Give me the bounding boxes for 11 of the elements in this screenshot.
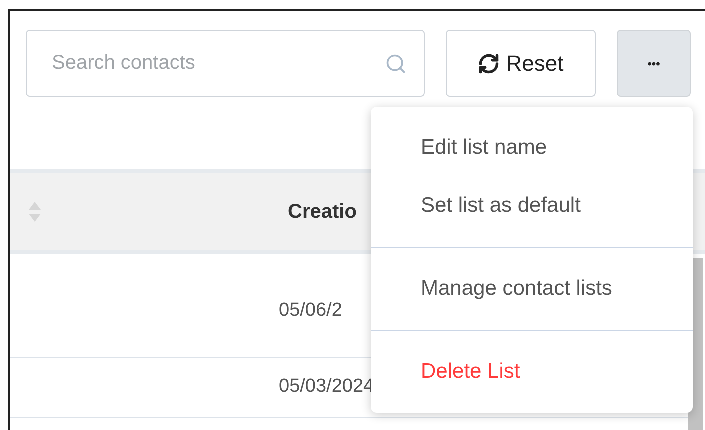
- menu-item[interactable]: Edit list name: [371, 119, 693, 177]
- more-button[interactable]: •••: [617, 30, 691, 97]
- menu-item[interactable]: Manage contact lists: [371, 260, 693, 318]
- sort-icon: [28, 200, 42, 222]
- column-header: Creatio: [288, 200, 357, 224]
- reset-button[interactable]: Reset: [446, 30, 596, 97]
- search-icon: [385, 53, 407, 75]
- table-cell-text: 05/06/2: [279, 299, 342, 324]
- search-field[interactable]: Search contacts: [26, 30, 425, 97]
- menu-item[interactable]: Set list as default: [371, 177, 693, 235]
- refresh-icon: [478, 52, 500, 74]
